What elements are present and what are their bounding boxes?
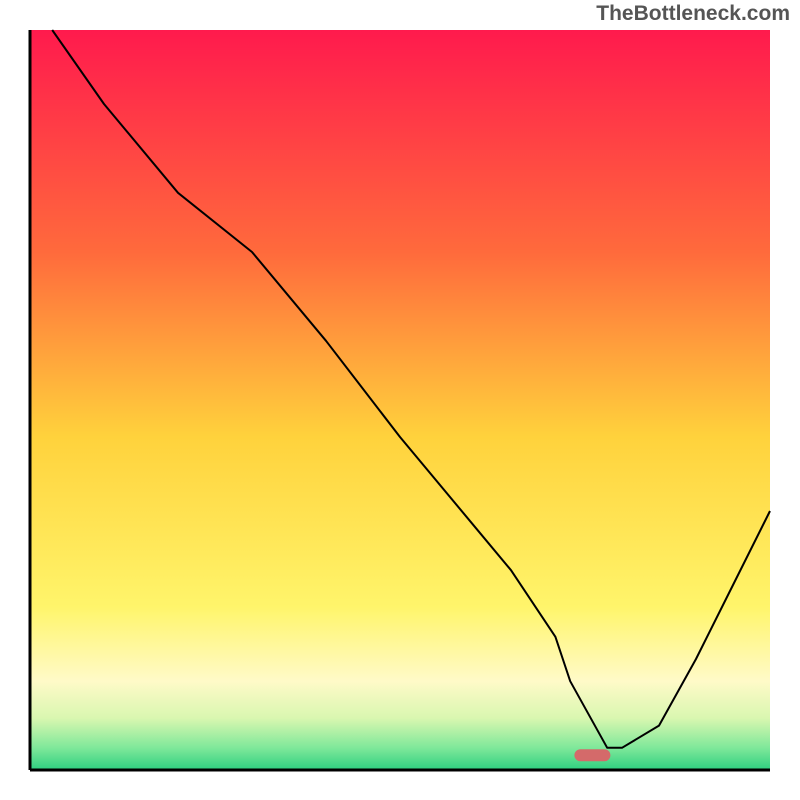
watermark-text: TheBottleneck.com <box>596 2 790 26</box>
gradient-background <box>30 30 770 770</box>
bottleneck-chart <box>0 0 800 800</box>
optimal-marker <box>574 749 610 761</box>
chart-container: TheBottleneck.com <box>0 0 800 800</box>
